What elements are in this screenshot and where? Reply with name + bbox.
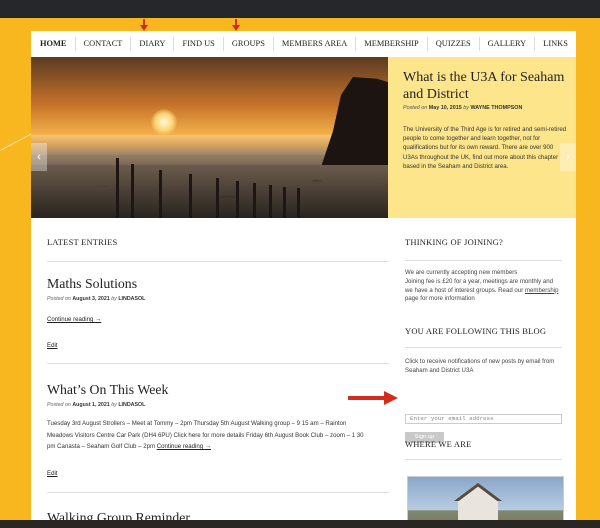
post-author[interactable]: LINDASOL	[118, 402, 145, 408]
hero-date[interactable]: May 10, 2015	[429, 105, 462, 111]
posted-on-label: Posted on	[403, 105, 428, 111]
rocks-graphic	[31, 165, 388, 218]
groyne-post	[159, 170, 162, 218]
post-date[interactable]: August 1, 2021	[72, 402, 109, 408]
nav-home[interactable]: HOME	[31, 37, 75, 51]
building-graphic	[458, 485, 498, 525]
edit-link[interactable]: Edit	[47, 342, 58, 349]
post-author[interactable]: LINDASOL	[118, 296, 145, 302]
post-meta: Posted on August 1, 2021 by LINDASOL	[47, 402, 145, 408]
annotation-arrow-right-icon	[348, 391, 398, 405]
post-meta: Posted on August 3, 2021 by LINDASOL	[47, 296, 145, 302]
annotation-arrow-down-icon	[232, 19, 240, 31]
bottom-dark-strip	[0, 520, 600, 528]
divider	[47, 492, 389, 493]
nav-membership[interactable]: MEMBERSHIP	[355, 37, 426, 51]
main-navigation: HOME CONTACT DIARY FIND US GROUPS MEMBER…	[31, 31, 576, 58]
post-title[interactable]: What’s On This Week	[47, 382, 168, 398]
slider-next-button[interactable]: ›	[560, 143, 576, 171]
page-container: HOME CONTACT DIARY FIND US GROUPS MEMBER…	[31, 31, 576, 528]
by-label: by	[111, 402, 117, 408]
post-date[interactable]: August 3, 2021	[72, 296, 109, 302]
email-input[interactable]: Enter your email address	[405, 414, 562, 424]
posted-on-label: Posted on	[47, 402, 71, 408]
divider	[405, 459, 562, 460]
nav-contact[interactable]: CONTACT	[74, 37, 131, 51]
nav-links[interactable]: LINKS	[534, 37, 576, 51]
nav-groups[interactable]: GROUPS	[222, 37, 273, 51]
groyne-post	[269, 185, 272, 218]
hero-slider: ‹ What is the U3A for Seaham and Distric…	[31, 57, 576, 218]
continue-reading-link[interactable]: Continue reading →	[47, 316, 101, 323]
divider	[47, 363, 389, 364]
posted-on-label: Posted on	[47, 296, 71, 302]
section-title-latest: LATEST ENTRIES	[47, 237, 118, 247]
cliff-graphic	[321, 77, 388, 167]
joining-text: We are currently accepting new members J…	[405, 269, 561, 304]
edit-link[interactable]: Edit	[47, 470, 58, 477]
section-title-joining: THINKING OF JOINING?	[405, 237, 503, 247]
follow-text: Click to receive notifications of new po…	[405, 358, 555, 374]
top-dark-bar	[0, 0, 600, 18]
groyne-post	[253, 183, 256, 218]
hero-meta: Posted on May 10, 2015 by WAYNE THOMPSON	[403, 105, 522, 111]
nav-find-us[interactable]: FIND US	[173, 37, 222, 51]
section-title-follow: YOU ARE FOLLOWING THIS BLOG	[405, 326, 547, 336]
post-excerpt: Tuesday 3rd August Strollers – Meet at T…	[47, 418, 365, 453]
joining-text-1: We are currently accepting new members	[405, 269, 518, 276]
sun-graphic	[151, 109, 177, 135]
divider	[405, 260, 562, 261]
joining-text-3: page for more information	[405, 295, 475, 303]
groyne-post	[131, 164, 134, 218]
membership-link[interactable]: membership	[525, 287, 559, 294]
post-title[interactable]: Maths Solutions	[47, 276, 137, 292]
by-label: by	[463, 105, 469, 111]
by-label: by	[111, 296, 117, 302]
nav-quizzes[interactable]: QUIZZES	[426, 37, 479, 51]
continue-reading-link[interactable]: Continue reading →	[157, 443, 211, 450]
hero-image	[31, 57, 388, 218]
nav-members-area[interactable]: MEMBERS AREA	[272, 37, 355, 51]
groyne-post	[216, 178, 219, 218]
groyne-post	[189, 174, 192, 218]
groyne-post	[297, 188, 300, 218]
groyne-post	[283, 187, 286, 218]
section-title-where: WHERE WE ARE	[405, 439, 472, 449]
hero-text-panel: What is the U3A for Seaham and District …	[388, 57, 576, 218]
groyne-post	[116, 158, 119, 218]
hero-author[interactable]: WAYNE THOMPSON	[470, 105, 522, 111]
groyne-post	[236, 181, 239, 218]
divider	[405, 347, 562, 348]
hero-description: The University of the Third Age is for r…	[403, 126, 567, 170]
nav-gallery[interactable]: GALLERY	[478, 37, 535, 51]
nav-diary[interactable]: DIARY	[130, 37, 173, 51]
slider-prev-button[interactable]: ‹	[31, 143, 47, 171]
annotation-arrow-down-icon	[140, 19, 148, 31]
divider	[47, 261, 389, 262]
hero-title[interactable]: What is the U3A for Seaham and District	[403, 69, 568, 103]
